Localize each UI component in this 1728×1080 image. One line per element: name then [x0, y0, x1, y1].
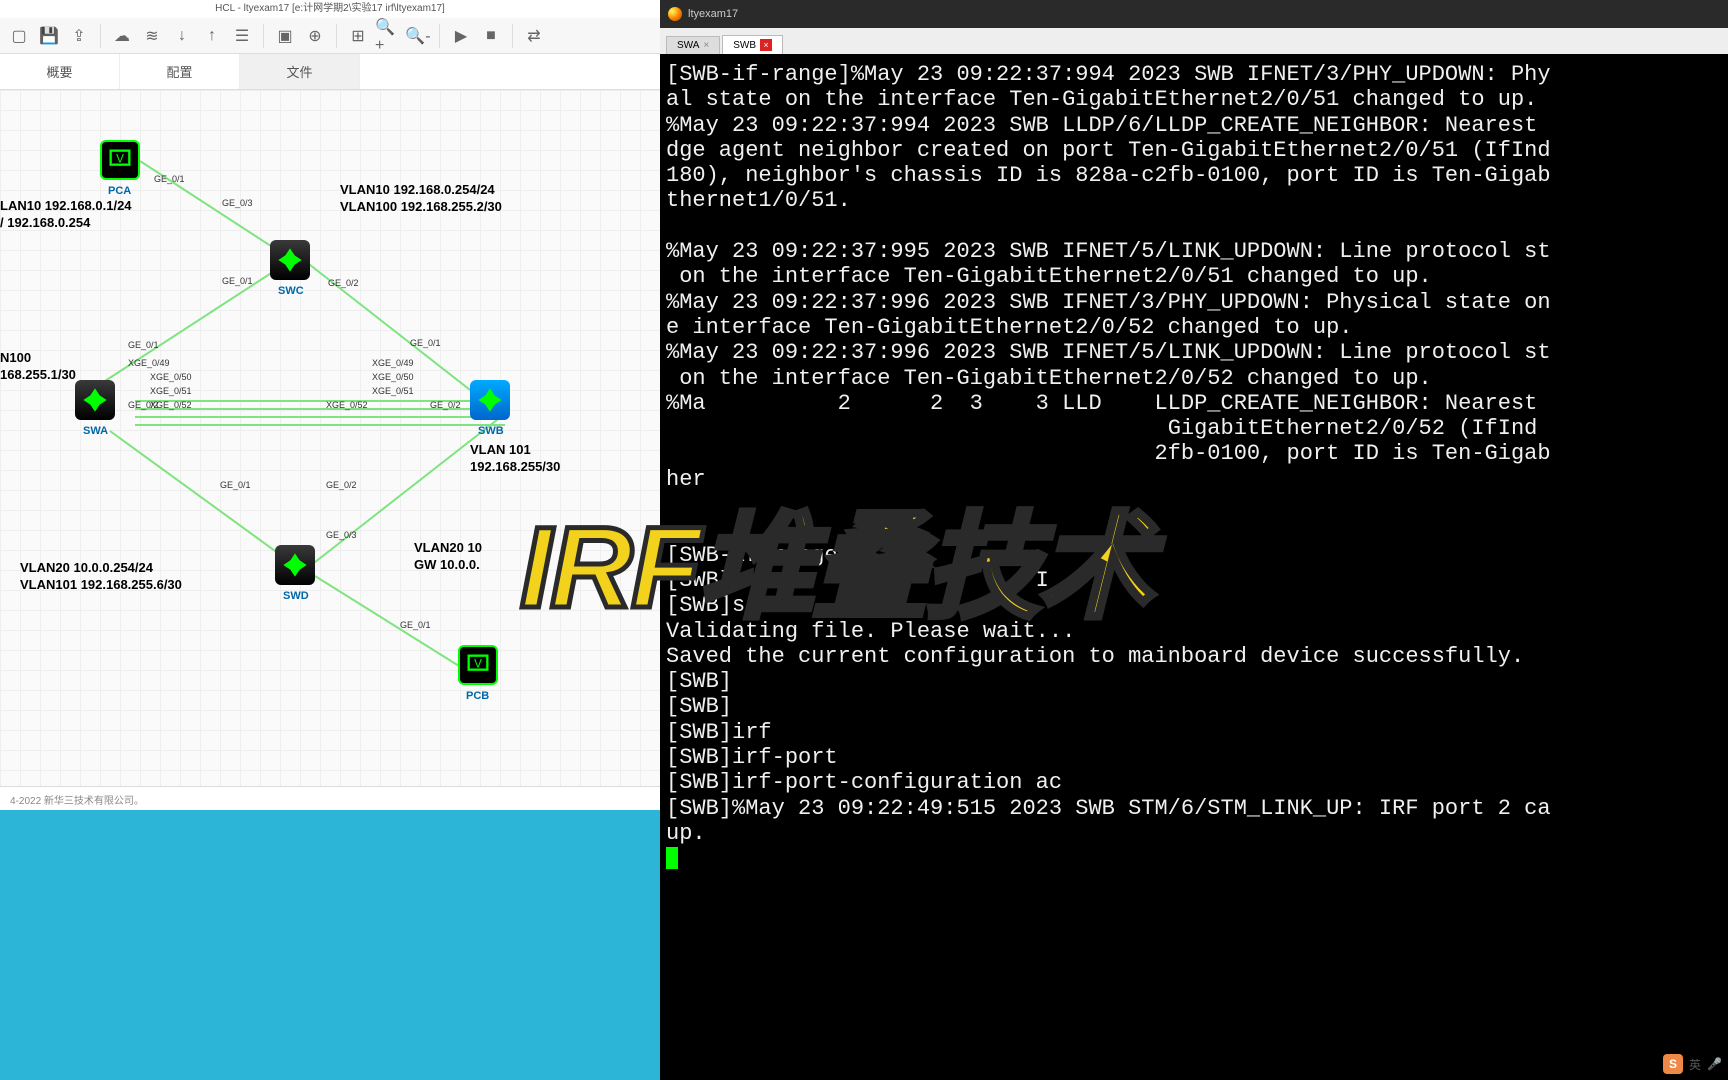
- port-label: XGE_0/51: [372, 386, 414, 396]
- node-swc-label: SWC: [278, 285, 304, 297]
- node-swd[interactable]: [275, 545, 315, 585]
- tab-file[interactable]: 文件: [240, 54, 360, 89]
- svg-text:V: V: [116, 152, 124, 165]
- port-label: GE_0/2: [328, 278, 359, 288]
- port-label: GE_0/3: [326, 530, 357, 540]
- toolbar: ▢ 💾 ⇪ ☁ ≋ ↓ ↑ ☰ ▣ ⊕ ⊞ 🔍+ 🔍- ▶ ■ ⇄: [0, 18, 660, 54]
- export-icon[interactable]: ⇪: [66, 23, 92, 49]
- separator: [512, 24, 513, 48]
- layers-icon[interactable]: ≋: [139, 23, 165, 49]
- download-icon[interactable]: ↓: [169, 23, 195, 49]
- port-label: XGE_0/49: [372, 358, 414, 368]
- footer: 4-2022 新华三技术有限公司。: [0, 786, 660, 810]
- grid-icon[interactable]: ⊞: [345, 23, 371, 49]
- vlan-label-4: VLAN 101 192.168.255/30: [470, 442, 560, 476]
- node-pca-label: PCA: [108, 185, 131, 197]
- link: [135, 416, 505, 418]
- terminal-tabs: SWA × SWB ×: [660, 28, 1728, 54]
- port-label: XGE_0/52: [326, 400, 368, 410]
- port-label: GE_0/3: [222, 198, 253, 208]
- node-swa-label: SWA: [83, 425, 108, 437]
- port-label: XGE_0/49: [128, 358, 170, 368]
- port-label: XGE_0/50: [372, 372, 414, 382]
- node-pca[interactable]: V: [100, 140, 140, 180]
- node-swb[interactable]: [470, 380, 510, 420]
- image-icon[interactable]: ▣: [272, 23, 298, 49]
- port-label: GE_0/1: [222, 276, 253, 286]
- vlan-label-6: VLAN20 10 GW 10.0.0.: [414, 540, 482, 574]
- port-label: GE_0/1: [220, 480, 251, 490]
- terminal-titlebar: ltyexam17: [660, 0, 1728, 28]
- separator: [100, 24, 101, 48]
- simulator-pane: HCL - ltyexam17 [e:计网学期2\实验17 irf\ltyexa…: [0, 0, 660, 810]
- port-label: XGE_0/52: [150, 400, 192, 410]
- ime-mic-icon: 🎤: [1707, 1057, 1722, 1071]
- vlan-label-1: LAN10 192.168.0.1/24 / 192.168.0.254: [0, 198, 132, 232]
- list-icon[interactable]: ☰: [229, 23, 255, 49]
- tab-config[interactable]: 配置: [120, 54, 240, 89]
- port-label: GE_0/2: [326, 480, 357, 490]
- port-label: XGE_0/50: [150, 372, 192, 382]
- port-label: GE_0/1: [154, 174, 185, 184]
- link: [314, 575, 463, 669]
- zoom-in-icon[interactable]: 🔍+: [375, 23, 401, 49]
- node-swd-label: SWD: [283, 590, 309, 602]
- terminal-tab-swa[interactable]: SWA ×: [666, 36, 720, 54]
- tab-summary[interactable]: 概要: [0, 54, 120, 89]
- port-label: GE_0/1: [410, 338, 441, 348]
- vlan-label-3: N100 168.255.1/30: [0, 350, 76, 384]
- window-title: HCL - ltyexam17 [e:计网学期2\实验17 irf\ltyexa…: [0, 0, 660, 18]
- globe-icon[interactable]: ⊕: [302, 23, 328, 49]
- link: [109, 430, 300, 570]
- ime-icon: S: [1663, 1054, 1683, 1074]
- vlan-label-2: VLAN10 192.168.0.254/24 VLAN100 192.168.…: [340, 182, 502, 216]
- separator: [263, 24, 264, 48]
- node-swa[interactable]: [75, 380, 115, 420]
- svg-text:V: V: [474, 657, 482, 670]
- cloud-down-icon[interactable]: ☁: [109, 23, 135, 49]
- save-icon[interactable]: 💾: [36, 23, 62, 49]
- tab-bar: 概要 配置 文件: [0, 54, 660, 90]
- terminal-tab-swb[interactable]: SWB ×: [722, 35, 783, 54]
- port-label: GE_0/1: [128, 340, 159, 350]
- vlan-label-5: VLAN20 10.0.0.254/24 VLAN101 192.168.255…: [20, 560, 182, 594]
- close-icon[interactable]: ×: [760, 39, 772, 51]
- port-label: GE_0/2: [430, 400, 461, 410]
- node-pcb-label: PCB: [466, 690, 489, 702]
- ime-indicator[interactable]: S 英 🎤: [1663, 1054, 1722, 1074]
- upload-icon[interactable]: ↑: [199, 23, 225, 49]
- close-icon[interactable]: ×: [703, 40, 709, 51]
- tab-label: SWB: [733, 40, 756, 51]
- link: [135, 424, 505, 426]
- ime-lang: 英: [1689, 1056, 1701, 1073]
- play-icon[interactable]: ▶: [448, 23, 474, 49]
- link-icon[interactable]: ⇄: [521, 23, 547, 49]
- port-label: XGE_0/51: [150, 386, 192, 396]
- separator: [439, 24, 440, 48]
- tab-label: SWA: [677, 40, 699, 51]
- separator: [336, 24, 337, 48]
- zoom-out-icon[interactable]: 🔍-: [405, 23, 431, 49]
- node-swc[interactable]: [270, 240, 310, 280]
- node-pcb[interactable]: V: [458, 645, 498, 685]
- terminal-app-icon: [668, 7, 682, 21]
- new-icon[interactable]: ▢: [6, 23, 32, 49]
- port-label: GE_0/1: [400, 620, 431, 630]
- terminal-title-text: ltyexam17: [688, 8, 738, 20]
- overlay-title: IRF堆叠技术: [520, 475, 1151, 641]
- stop-icon[interactable]: ■: [478, 23, 504, 49]
- topology-canvas[interactable]: V PCA SWC SWA SWB SWD V PCB LAN10 192.16…: [0, 90, 660, 786]
- node-swb-label: SWB: [478, 425, 504, 437]
